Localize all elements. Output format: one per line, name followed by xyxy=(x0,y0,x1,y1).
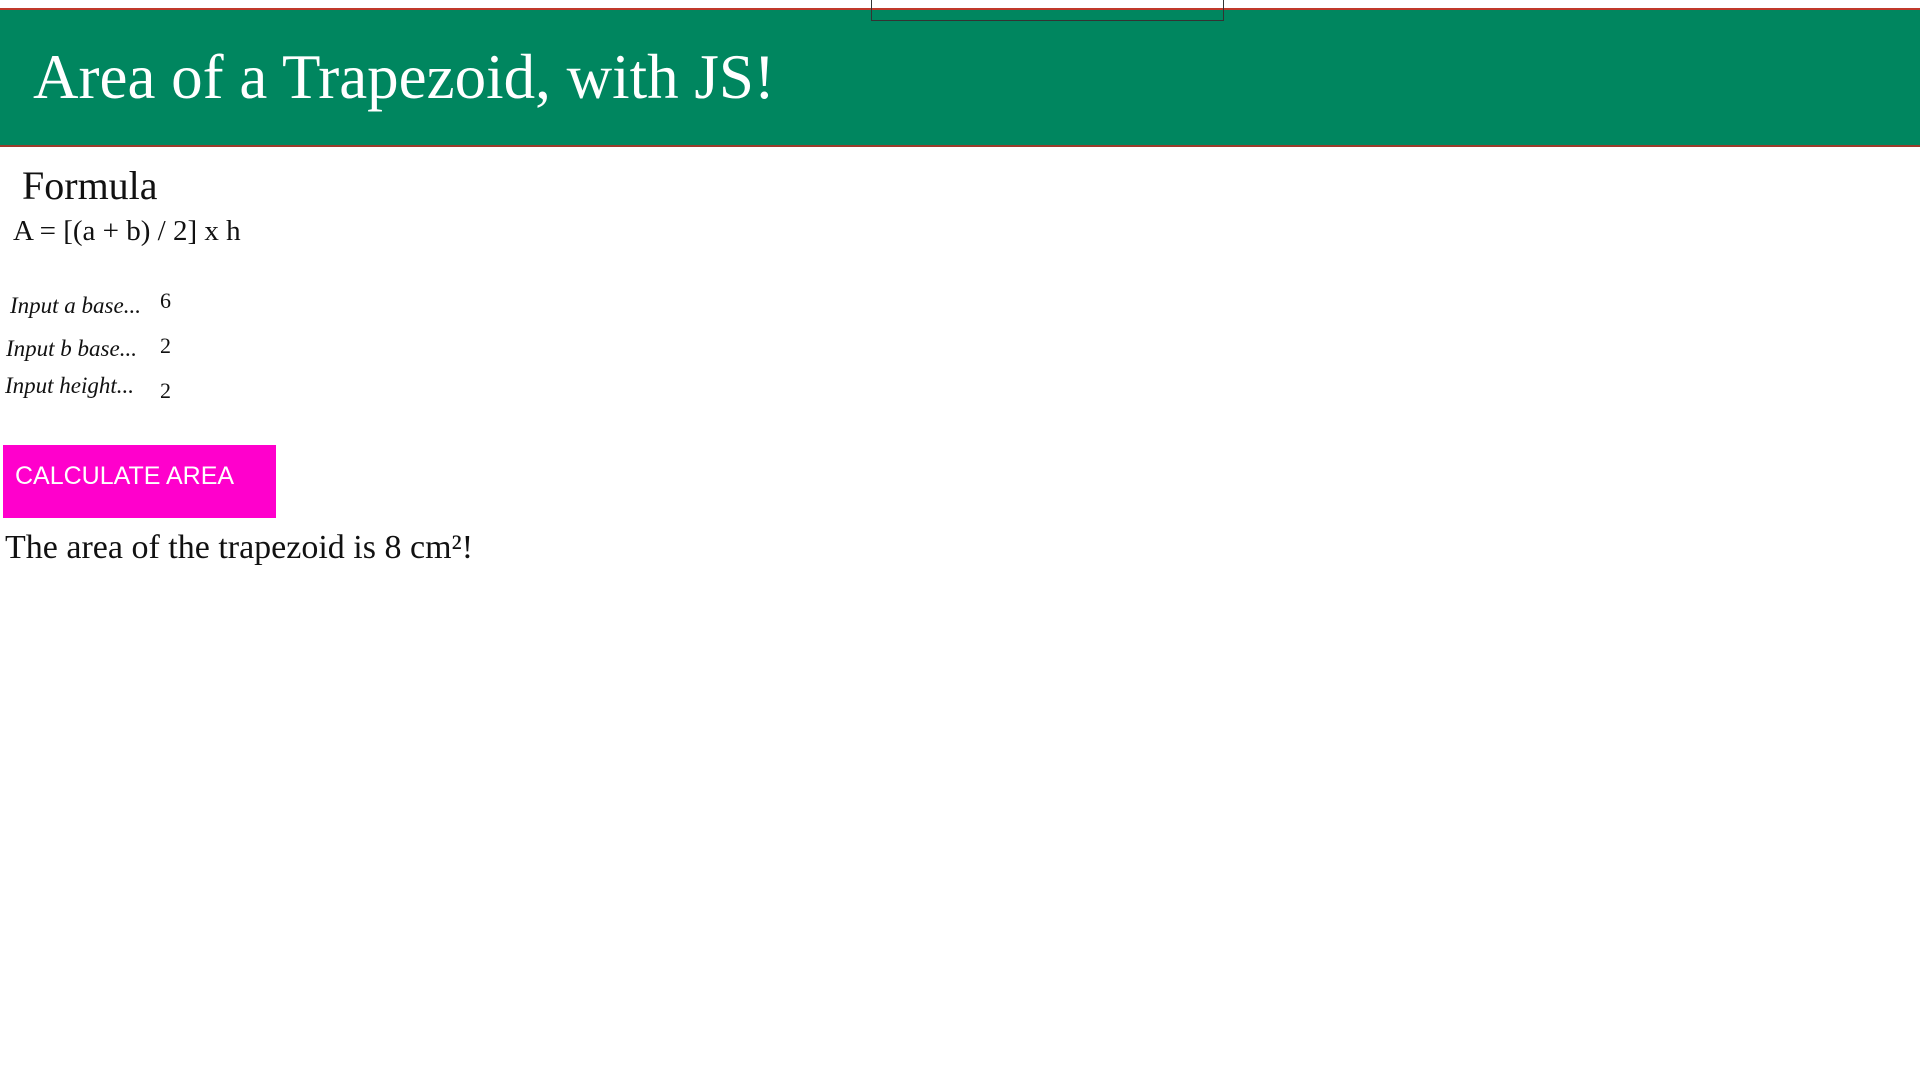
b-base-input[interactable] xyxy=(160,333,220,359)
height-label: Input height... xyxy=(5,373,135,398)
page-title: Area of a Trapezoid, with JS! xyxy=(33,42,775,112)
a-base-label: Input a base... xyxy=(10,293,141,318)
formula-heading: Formula xyxy=(22,163,158,208)
top-tab-outline xyxy=(871,0,1224,21)
b-base-label: Input b base... xyxy=(6,336,137,361)
page-header: Area of a Trapezoid, with JS! xyxy=(0,8,1920,147)
page: Area of a Trapezoid, with JS! Formula A … xyxy=(0,0,1920,1080)
result-text: The area of the trapezoid is 8 cm²! xyxy=(5,529,474,566)
calculate-area-button[interactable]: CALCULATE AREA xyxy=(3,445,276,518)
a-base-input[interactable] xyxy=(160,288,220,314)
height-input[interactable] xyxy=(160,378,220,404)
calculate-area-label: CALCULATE AREA xyxy=(15,462,235,490)
formula-expression: A = [(a + b) / 2] x h xyxy=(13,215,241,247)
